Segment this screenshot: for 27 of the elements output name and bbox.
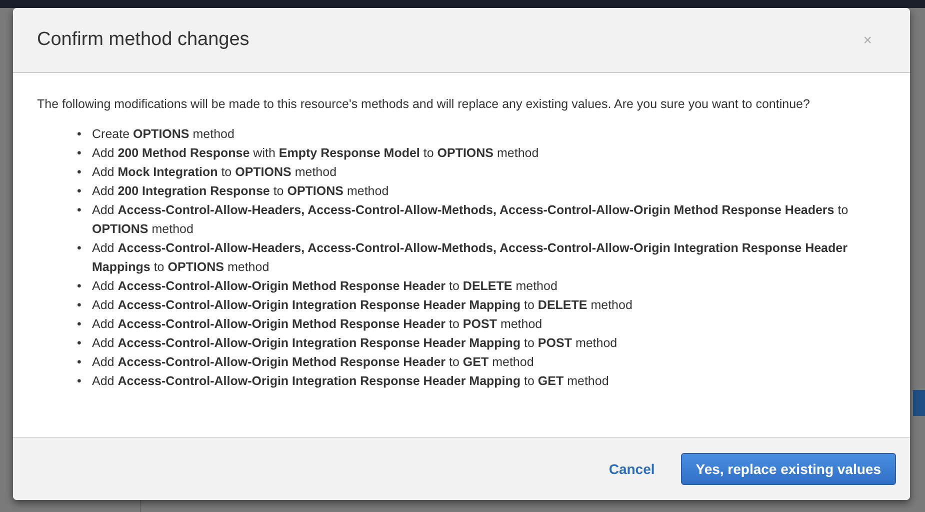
change-item: Add Access-Control-Allow-Origin Method Response Header to GET method	[92, 354, 534, 371]
change-item: Create OPTIONS method	[92, 126, 234, 143]
bullet: •	[77, 373, 82, 390]
bullet: •	[77, 335, 82, 352]
change-item: Add Mock Integration to OPTIONS method	[92, 164, 337, 181]
bullet: •	[77, 145, 82, 162]
dialog-title: Confirm method changes	[37, 29, 250, 51]
intro-text: The following modifications will be made to this resource's methods and will replace any existing values. Are you sure you want to continue?	[37, 96, 811, 113]
change-item: Add Access-Control-Allow-Origin Integration Response Header Mapping to POST method	[92, 335, 618, 352]
confirm-button[interactable]: Yes, replace existing values	[680, 453, 896, 485]
bullet: •	[77, 164, 82, 181]
change-item: Add Access-Control-Allow-Origin Method Response Header to POST method	[92, 316, 542, 333]
change-item: Add Access-Control-Allow-Headers, Access-Control-Allow-Methods, Access-Control-Allow-Origin Method Response Headers to OPTIONS method	[92, 202, 850, 238]
change-item: Add Access-Control-Allow-Origin Integration Response Header Mapping to DELETE method	[92, 297, 632, 314]
change-item: Add Access-Control-Allow-Origin Integration Response Header Mapping to GET method	[92, 373, 609, 390]
bullet: •	[77, 297, 82, 314]
change-item: Add 200 Method Response with Empty Response Model to OPTIONS method	[92, 145, 539, 162]
bullet: •	[77, 202, 82, 219]
bullet: •	[77, 354, 82, 371]
cancel-link[interactable]: Cancel	[602, 460, 661, 478]
bullet: •	[77, 126, 82, 143]
change-item: Add 200 Integration Response to OPTIONS method	[92, 183, 389, 200]
bullet: •	[77, 278, 82, 295]
bullet: •	[77, 316, 82, 333]
bullet: •	[77, 240, 82, 257]
change-item: Add Access-Control-Allow-Origin Method Response Header to DELETE method	[92, 278, 558, 295]
bullet: •	[77, 183, 82, 200]
